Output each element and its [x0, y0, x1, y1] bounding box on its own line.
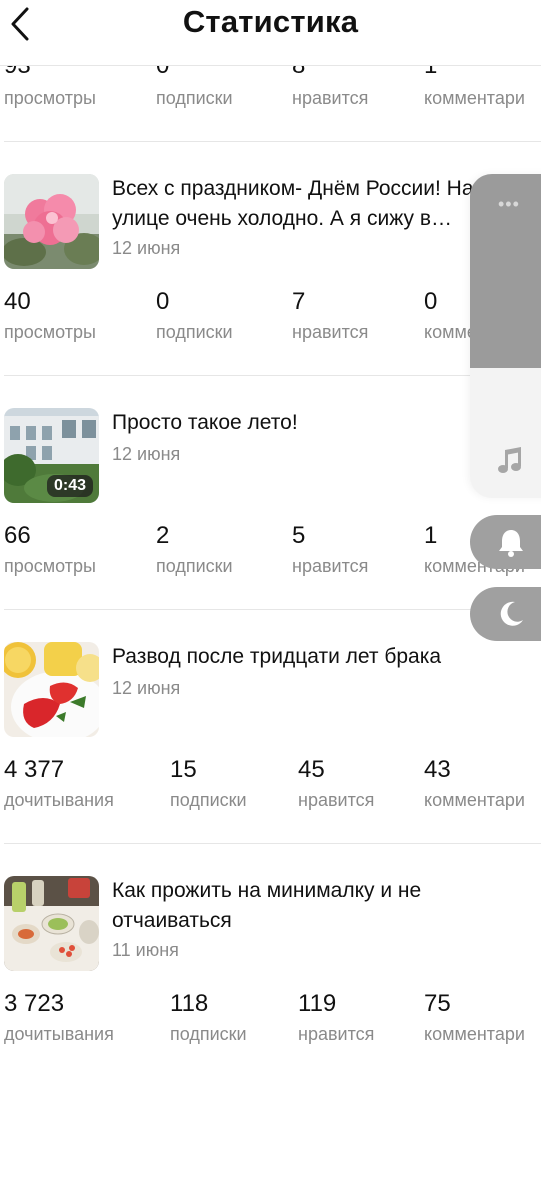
- subscriptions-label: подписки: [170, 1024, 247, 1044]
- views-value: 66: [4, 522, 31, 549]
- header: Статистика: [0, 0, 541, 66]
- read-through-value: 4 377: [4, 756, 65, 783]
- more-dots-icon[interactable]: •••: [498, 194, 520, 215]
- post-date: 11 июня: [112, 940, 179, 960]
- night-mode-button[interactable]: [470, 587, 541, 641]
- comments-label: комментари: [424, 88, 525, 108]
- likes-label: нравится: [292, 88, 369, 108]
- likes-label: нравится: [298, 790, 375, 810]
- subscriptions-value: 118: [170, 990, 209, 1017]
- post-card[interactable]: Как прожить на минималку и не отчаиватьс…: [0, 876, 541, 1110]
- subscriptions-value: 2: [156, 522, 170, 549]
- post-thumbnail[interactable]: [4, 876, 99, 971]
- subscriptions-label: подписки: [156, 322, 233, 342]
- post-date: 12 июня: [112, 444, 181, 464]
- separator: [4, 609, 541, 610]
- read-through-value: 3 723: [4, 990, 65, 1017]
- comments-label: комментари: [424, 1024, 525, 1044]
- likes-value: 5: [292, 522, 306, 549]
- likes-label: нравится: [292, 322, 369, 342]
- views-label: просмотры: [4, 322, 96, 342]
- post-title[interactable]: Всех с праздником- Днём России! На улице…: [112, 174, 482, 234]
- post-card[interactable]: Всех с праздником- Днём России! На улице…: [0, 174, 541, 408]
- comments-value: 0: [424, 288, 438, 315]
- notifications-button[interactable]: [470, 515, 541, 569]
- subscriptions-value: 15: [170, 756, 197, 783]
- pink-flower-image: [4, 174, 99, 269]
- views-label: просмотры: [4, 88, 96, 108]
- views-label: просмотры: [4, 556, 96, 576]
- music-note-icon[interactable]: [496, 446, 526, 476]
- comments-value: 43: [424, 756, 451, 783]
- comments-label: комментари: [424, 790, 525, 810]
- post-date: 12 июня: [112, 238, 181, 258]
- page-title: Статистика: [182, 4, 359, 39]
- read-through-label: дочитывания: [4, 1024, 114, 1044]
- likes-value: 119: [298, 990, 337, 1017]
- post-card[interactable]: Развод после тридцати лет брака 12 июня …: [0, 642, 541, 876]
- likes-value: 45: [298, 756, 325, 783]
- views-value: 40: [4, 288, 31, 315]
- fruit-plate-image: [4, 642, 99, 737]
- panel-handle[interactable]: •••: [470, 174, 541, 368]
- video-duration: 0:43: [46, 475, 93, 497]
- subscriptions-label: подписки: [170, 790, 247, 810]
- statistics-page: 93 0 8 1 просмотры подписки нравится ком…: [0, 0, 541, 1200]
- post-thumbnail[interactable]: [4, 642, 99, 737]
- read-through-label: дочитывания: [4, 790, 114, 810]
- separator: [4, 141, 541, 142]
- subscriptions-label: подписки: [156, 88, 233, 108]
- dinner-table-image: [4, 876, 99, 971]
- comments-value: 1: [424, 522, 438, 549]
- bell-icon: [499, 530, 523, 557]
- post-thumbnail[interactable]: [4, 174, 99, 269]
- post-title[interactable]: Развод после тридцати лет брака: [112, 642, 482, 672]
- post-date: 12 июня: [112, 678, 181, 698]
- floating-side-panel[interactable]: •••: [470, 174, 541, 498]
- post-title[interactable]: Просто такое лето!: [112, 408, 482, 438]
- post-title[interactable]: Как прожить на минималку и не отчаиватьс…: [112, 876, 482, 936]
- likes-label: нравится: [292, 556, 369, 576]
- separator: [4, 375, 541, 376]
- separator: [4, 843, 541, 844]
- likes-value: 7: [292, 288, 306, 315]
- moon-icon: [500, 601, 523, 626]
- header-divider: [0, 65, 541, 66]
- likes-label: нравится: [298, 1024, 375, 1044]
- post-card[interactable]: 0:43 Просто такое лето! 12 июня 66 2 5 1…: [0, 408, 541, 642]
- subscriptions-label: подписки: [156, 556, 233, 576]
- subscriptions-value: 0: [156, 288, 170, 315]
- post-thumbnail[interactable]: 0:43: [4, 408, 99, 503]
- comments-value: 75: [424, 990, 451, 1017]
